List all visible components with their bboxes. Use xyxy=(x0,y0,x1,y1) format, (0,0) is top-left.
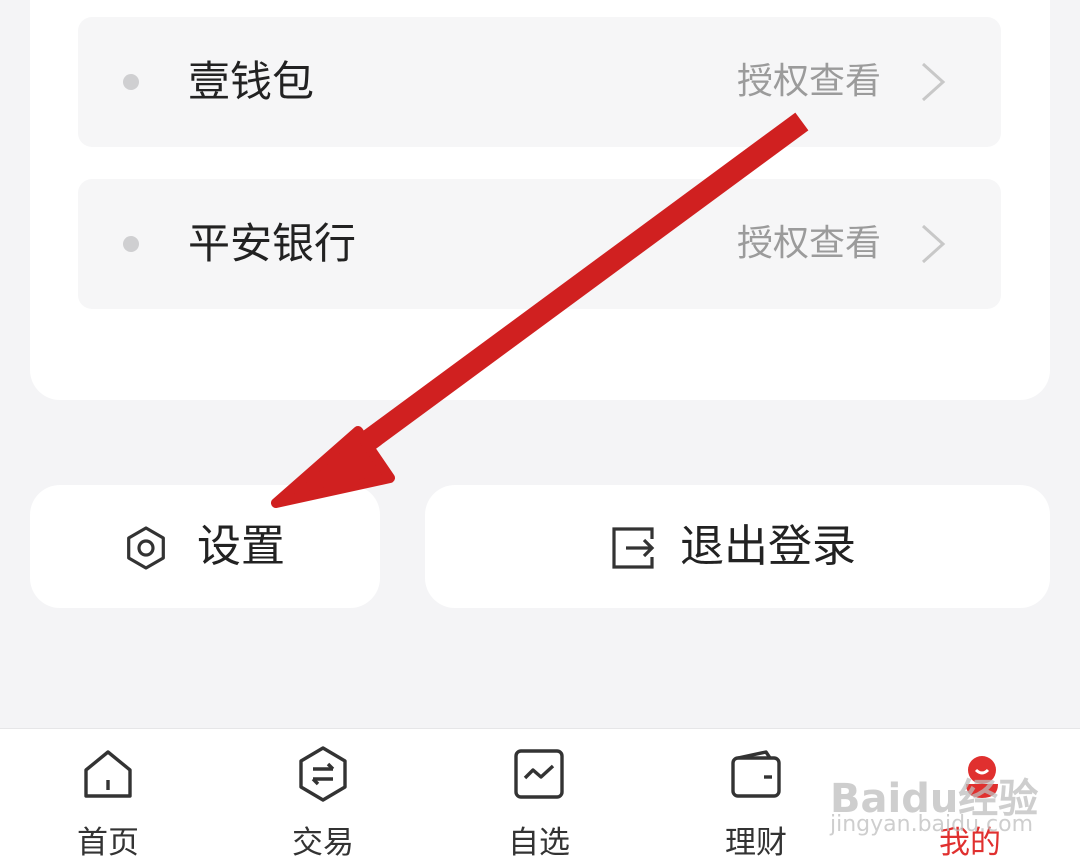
chevron-right-icon xyxy=(921,224,946,264)
tab-trade[interactable]: 交易 xyxy=(253,729,393,863)
chevron-right-icon xyxy=(921,62,946,102)
tab-label: 交易 xyxy=(292,825,354,861)
authorize-view-link[interactable]: 授权查看 xyxy=(737,17,881,147)
exchange-icon xyxy=(299,746,347,802)
tab-label: 首页 xyxy=(77,825,139,861)
tab-home[interactable]: 首页 xyxy=(38,729,178,863)
tab-watchlist[interactable]: 自选 xyxy=(469,729,609,863)
settings-button[interactable]: 设置 xyxy=(30,485,380,608)
account-name: 平安银行 xyxy=(188,219,357,268)
baidu-jingyan-watermark: Baidu经验 jingyan.baidu.com xyxy=(820,748,1080,848)
settings-label: 设置 xyxy=(197,521,285,572)
bullet-dot xyxy=(123,74,139,90)
watermark-url-text: jingyan.baidu.com xyxy=(830,812,1034,837)
authorize-view-link[interactable]: 授权查看 xyxy=(737,179,881,309)
wallet-icon xyxy=(731,750,781,798)
bullet-dot xyxy=(123,236,139,252)
logout-button[interactable]: 退出登录 xyxy=(425,485,1050,608)
gear-icon xyxy=(127,526,165,570)
account-name: 壹钱包 xyxy=(188,57,315,106)
tab-wealth[interactable]: 理财 xyxy=(686,729,826,863)
home-icon xyxy=(84,750,132,798)
account-row-pingan-bank[interactable]: 平安银行 授权查看 xyxy=(78,179,1001,309)
watchlist-chart-icon xyxy=(514,749,564,799)
tab-label: 自选 xyxy=(508,825,570,861)
logout-icon xyxy=(612,527,655,569)
tab-label: 理财 xyxy=(725,825,787,861)
account-row-yiqianbao[interactable]: 壹钱包 授权查看 xyxy=(78,17,1001,147)
logout-label: 退出登录 xyxy=(680,521,856,572)
